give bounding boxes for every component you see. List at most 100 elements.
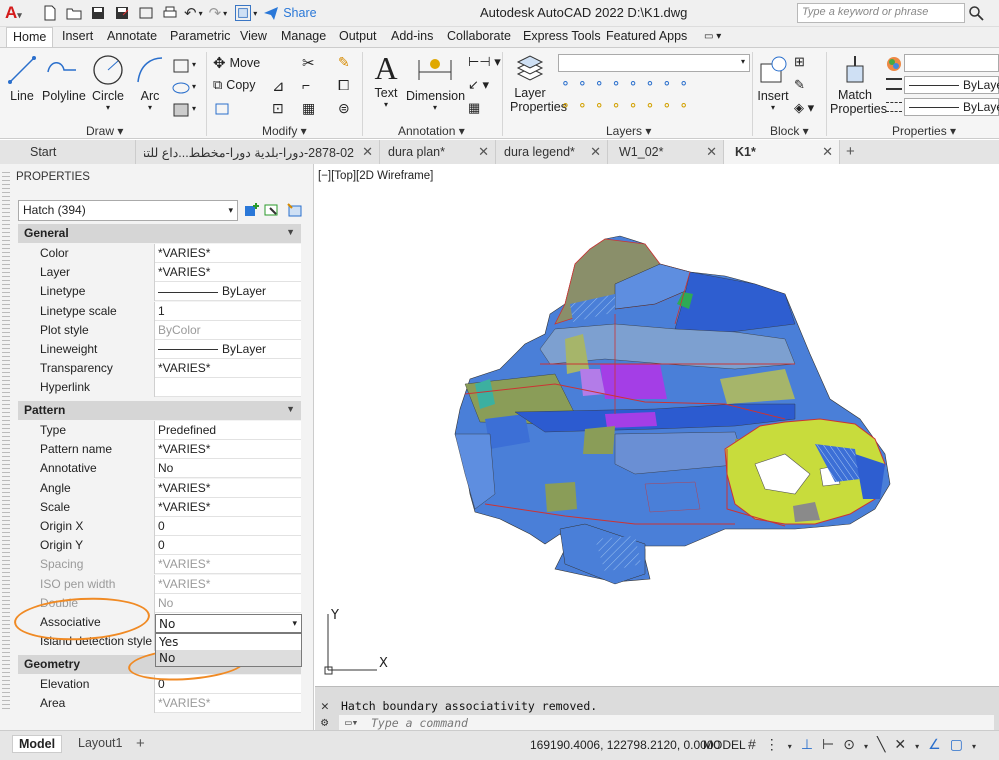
color-wheel-icon[interactable] (886, 56, 902, 72)
snap-dropdown-icon[interactable]: ▾ (788, 742, 801, 751)
property-value[interactable]: 0 (155, 536, 301, 555)
tab-annotate[interactable]: Annotate (107, 29, 157, 43)
property-value[interactable]: *VARIES* (155, 440, 301, 459)
associative-dropdown[interactable]: No ▾ (155, 614, 302, 633)
undo-dropdown-icon[interactable]: ▾ (199, 9, 203, 18)
select-objects-icon[interactable] (264, 202, 280, 218)
property-value[interactable] (155, 378, 301, 397)
property-row-scale[interactable]: Scale *VARIES* (18, 497, 301, 517)
property-row-plot-style[interactable]: Plot style ByColor (18, 320, 301, 340)
property-row-layer[interactable]: Layer *VARIES* (18, 263, 301, 283)
property-row-type[interactable]: Type Predefined (18, 421, 301, 440)
layer-properties-button[interactable]: Layer Properties (510, 54, 567, 114)
linetype-dropdown[interactable]: ByLaye (904, 98, 999, 116)
tab-output[interactable]: Output (339, 29, 377, 43)
block-panel-label[interactable]: Block ▾ (770, 124, 809, 138)
scale-icon[interactable]: ⊡ (272, 100, 284, 117)
linear-dim-icon[interactable]: ⊢⊣ ▾ (468, 54, 501, 70)
property-value[interactable]: *VARIES* (155, 359, 301, 378)
edit-block-icon[interactable]: ✎ (794, 77, 805, 93)
move-button[interactable]: ✥ Move (213, 54, 260, 72)
property-row-origin-x[interactable]: Origin X0 (18, 517, 301, 536)
close-tab-icon[interactable]: ✕ (478, 144, 489, 160)
tab-add-ins[interactable]: Add-ins (391, 29, 433, 43)
property-value[interactable]: No (155, 594, 301, 613)
palette-grip[interactable] (2, 172, 10, 712)
tab-home[interactable]: Home (6, 27, 54, 48)
property-value[interactable]: *VARIES* (155, 555, 301, 574)
lineweight-dropdown[interactable]: ByLaye (904, 76, 999, 94)
close-tab-icon[interactable]: ✕ (706, 144, 717, 160)
infer-icon[interactable]: ⊥ (801, 736, 822, 752)
ortho-icon[interactable]: ⊢ (822, 736, 843, 752)
tab-model[interactable]: Model (12, 735, 63, 753)
circle-dropdown-icon[interactable]: ▾ (90, 103, 126, 112)
search-input[interactable]: Type a keyword or phrase (797, 3, 965, 23)
tab-manage[interactable]: Manage (281, 29, 326, 43)
more-status-icon[interactable]: ▾ (972, 742, 985, 751)
save-as-icon[interactable] (114, 5, 130, 21)
model-space-toggle[interactable]: MODEL (703, 738, 746, 752)
mirror-icon[interactable]: ⊿ (272, 77, 285, 95)
property-value[interactable]: *VARIES* (155, 479, 301, 498)
property-value[interactable]: *VARIES* (155, 498, 301, 517)
property-row-spacing[interactable]: Spacing *VARIES* (18, 555, 301, 575)
osnap-track-icon[interactable]: ✕ (894, 736, 915, 752)
layers-panel-label[interactable]: Layers ▾ (606, 124, 651, 138)
save-icon[interactable] (90, 5, 106, 21)
recent-commands-icon[interactable]: ▭▾ (345, 716, 358, 729)
copy-button[interactable]: ⧉ Copy (213, 77, 255, 93)
doc-tab-dura-legend[interactable]: dura legend* ✕ (496, 140, 608, 164)
table-icon[interactable]: ▦ (468, 100, 480, 116)
close-tab-icon[interactable]: ✕ (362, 144, 373, 160)
doc-tab-dura-plan[interactable]: dura plan* ✕ (380, 140, 496, 164)
close-command-icon[interactable]: ✕ (321, 699, 329, 714)
redo-icon[interactable]: ↷ (209, 4, 222, 22)
doc-tab-w1-02[interactable]: W1_02* ✕ (608, 140, 724, 164)
share-icon[interactable] (263, 5, 279, 21)
option-no[interactable]: No (156, 650, 301, 666)
quick-select-icon[interactable] (286, 202, 302, 218)
arc-dropdown-icon[interactable]: ▾ (134, 103, 166, 112)
isodraft-icon[interactable]: ╲ (877, 736, 894, 752)
tab-layout1[interactable]: Layout1 (72, 735, 128, 753)
dimension-dropdown-icon[interactable]: ▾ (406, 103, 464, 112)
property-row-area[interactable]: Area *VARIES* (18, 694, 301, 714)
polar-dropdown-icon[interactable]: ▾ (864, 742, 877, 751)
insert-button[interactable]: Insert ▾ (756, 54, 790, 112)
tab-collaborate[interactable]: Collaborate (447, 29, 511, 43)
property-value[interactable]: *VARIES* (155, 694, 301, 713)
workspace-icon[interactable] (235, 5, 252, 21)
open-folder-icon[interactable] (66, 5, 82, 21)
modify-panel-label[interactable]: Modify ▾ (262, 124, 307, 138)
doc-tab-start[interactable]: Start (18, 140, 136, 164)
arc-button[interactable]: Arc ▾ (134, 54, 166, 112)
option-yes[interactable]: Yes (156, 634, 301, 650)
property-row-pattern-name[interactable]: Pattern name *VARIES* (18, 440, 301, 460)
dimension-button[interactable]: Dimension ▾ (406, 54, 465, 112)
tab-express-tools[interactable]: Express Tools (523, 29, 601, 43)
annotation-panel-label[interactable]: Annotation ▾ (398, 124, 465, 138)
doc-tab-2878[interactable]: 2878-02-دورا-بلدية دورا-مخطط...داع للتنف… (136, 140, 380, 164)
property-row-linetype-scale[interactable]: Linetype scale 1 (18, 301, 301, 321)
attribute-icon[interactable]: ◈ ▾ (794, 100, 814, 116)
property-row-angle[interactable]: Angle *VARIES* (18, 478, 301, 498)
property-value[interactable]: *VARIES* (155, 575, 301, 594)
leader-icon[interactable]: ↙ ▾ (468, 77, 489, 93)
property-value[interactable]: 0 (155, 517, 301, 536)
polar-icon[interactable]: ⊙ (843, 736, 864, 752)
ribbon-minimize-icon[interactable]: ▭ ▾ (704, 31, 721, 42)
draw-panel-label[interactable]: Draw ▾ (86, 124, 123, 138)
doc-tab-k1[interactable]: K1* ✕ (724, 140, 840, 164)
text-dropdown-icon[interactable]: ▾ (370, 100, 402, 109)
insert-dropdown-icon[interactable]: ▾ (756, 103, 790, 112)
property-row-hyperlink[interactable]: Hyperlink (18, 378, 301, 398)
drawing-viewport[interactable]: [−][Top][2D Wireframe] Y X (315, 164, 999, 686)
snap-icon[interactable]: ⋮ (765, 736, 788, 752)
property-value[interactable]: *VARIES* (155, 244, 301, 263)
pattern-section-header[interactable]: Pattern ▼ (18, 401, 301, 420)
new-file-icon[interactable] (42, 5, 58, 21)
offset-icon[interactable]: ⊜ (338, 100, 350, 117)
property-row-origin-y[interactable]: Origin Y0 (18, 536, 301, 556)
redo-dropdown-icon[interactable]: ▾ (223, 9, 227, 18)
